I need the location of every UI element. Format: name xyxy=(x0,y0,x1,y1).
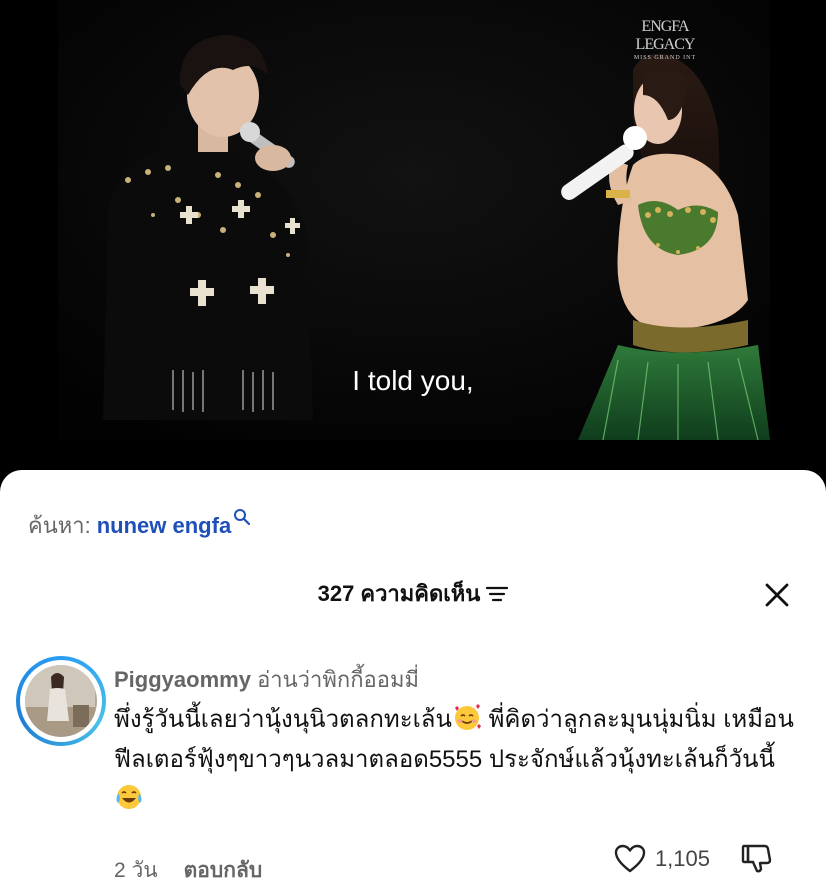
comment-actions: 1,105 xyxy=(613,842,774,876)
watermark-line-1: ENGFA xyxy=(641,18,689,35)
heart-icon[interactable] xyxy=(613,842,647,876)
comment-text: พึ่งรู้วันนี้เลยว่านุ้งนุนิวตลกทะเล้น พี… xyxy=(114,700,804,820)
comment-text-part1: พึ่งรู้วันนี้เลยว่านุ้งนุนิวตลกทะเล้น xyxy=(114,706,452,733)
username[interactable]: Piggyaommy xyxy=(114,667,251,692)
search-query-link[interactable]: nunew engfa xyxy=(97,513,231,538)
comments-header: 327 ความคิดเห็น xyxy=(0,576,826,611)
watermark-line-2: LEGACY xyxy=(635,36,696,53)
reply-button[interactable]: ตอบกลับ xyxy=(184,859,263,882)
username-note: อ่านว่าพิกกี้ออมมี่ xyxy=(257,667,419,692)
thumbs-down-icon[interactable] xyxy=(740,842,774,876)
filter-icon[interactable] xyxy=(486,582,509,608)
comment-count: 327 xyxy=(317,581,355,606)
video-player[interactable]: ENGFA LEGACY MISS GRAND INT I told you, xyxy=(0,0,826,490)
video-subtitle: I told you, xyxy=(352,365,474,396)
comments-sheet: ค้นหา: nunew engfa 327 ความคิดเห็น Piggy… xyxy=(0,470,826,896)
comment-author[interactable]: Piggyaommy อ่านว่าพิกกี้ออมมี่ xyxy=(114,662,419,697)
search-label: ค้นหา: xyxy=(28,513,91,538)
watermark-line-3: MISS GRAND INT xyxy=(633,55,697,61)
avatar-photo xyxy=(25,665,97,737)
video-watermark-logo: ENGFA LEGACY MISS GRAND INT xyxy=(630,18,700,62)
comment-meta: 2 วัน ตอบกลับ xyxy=(114,854,262,887)
tears-of-joy-icon xyxy=(114,782,144,812)
search-suggestion[interactable]: ค้นหา: nunew engfa xyxy=(28,508,251,543)
search-icon[interactable] xyxy=(233,506,251,532)
like-count: 1,105 xyxy=(654,846,710,871)
close-icon[interactable] xyxy=(762,580,792,610)
comments-header-label: ความคิดเห็น xyxy=(360,581,481,606)
avatar[interactable] xyxy=(16,656,106,746)
comment-time: 2 วัน xyxy=(114,859,158,882)
smiling-face-with-hearts-icon xyxy=(452,702,482,732)
